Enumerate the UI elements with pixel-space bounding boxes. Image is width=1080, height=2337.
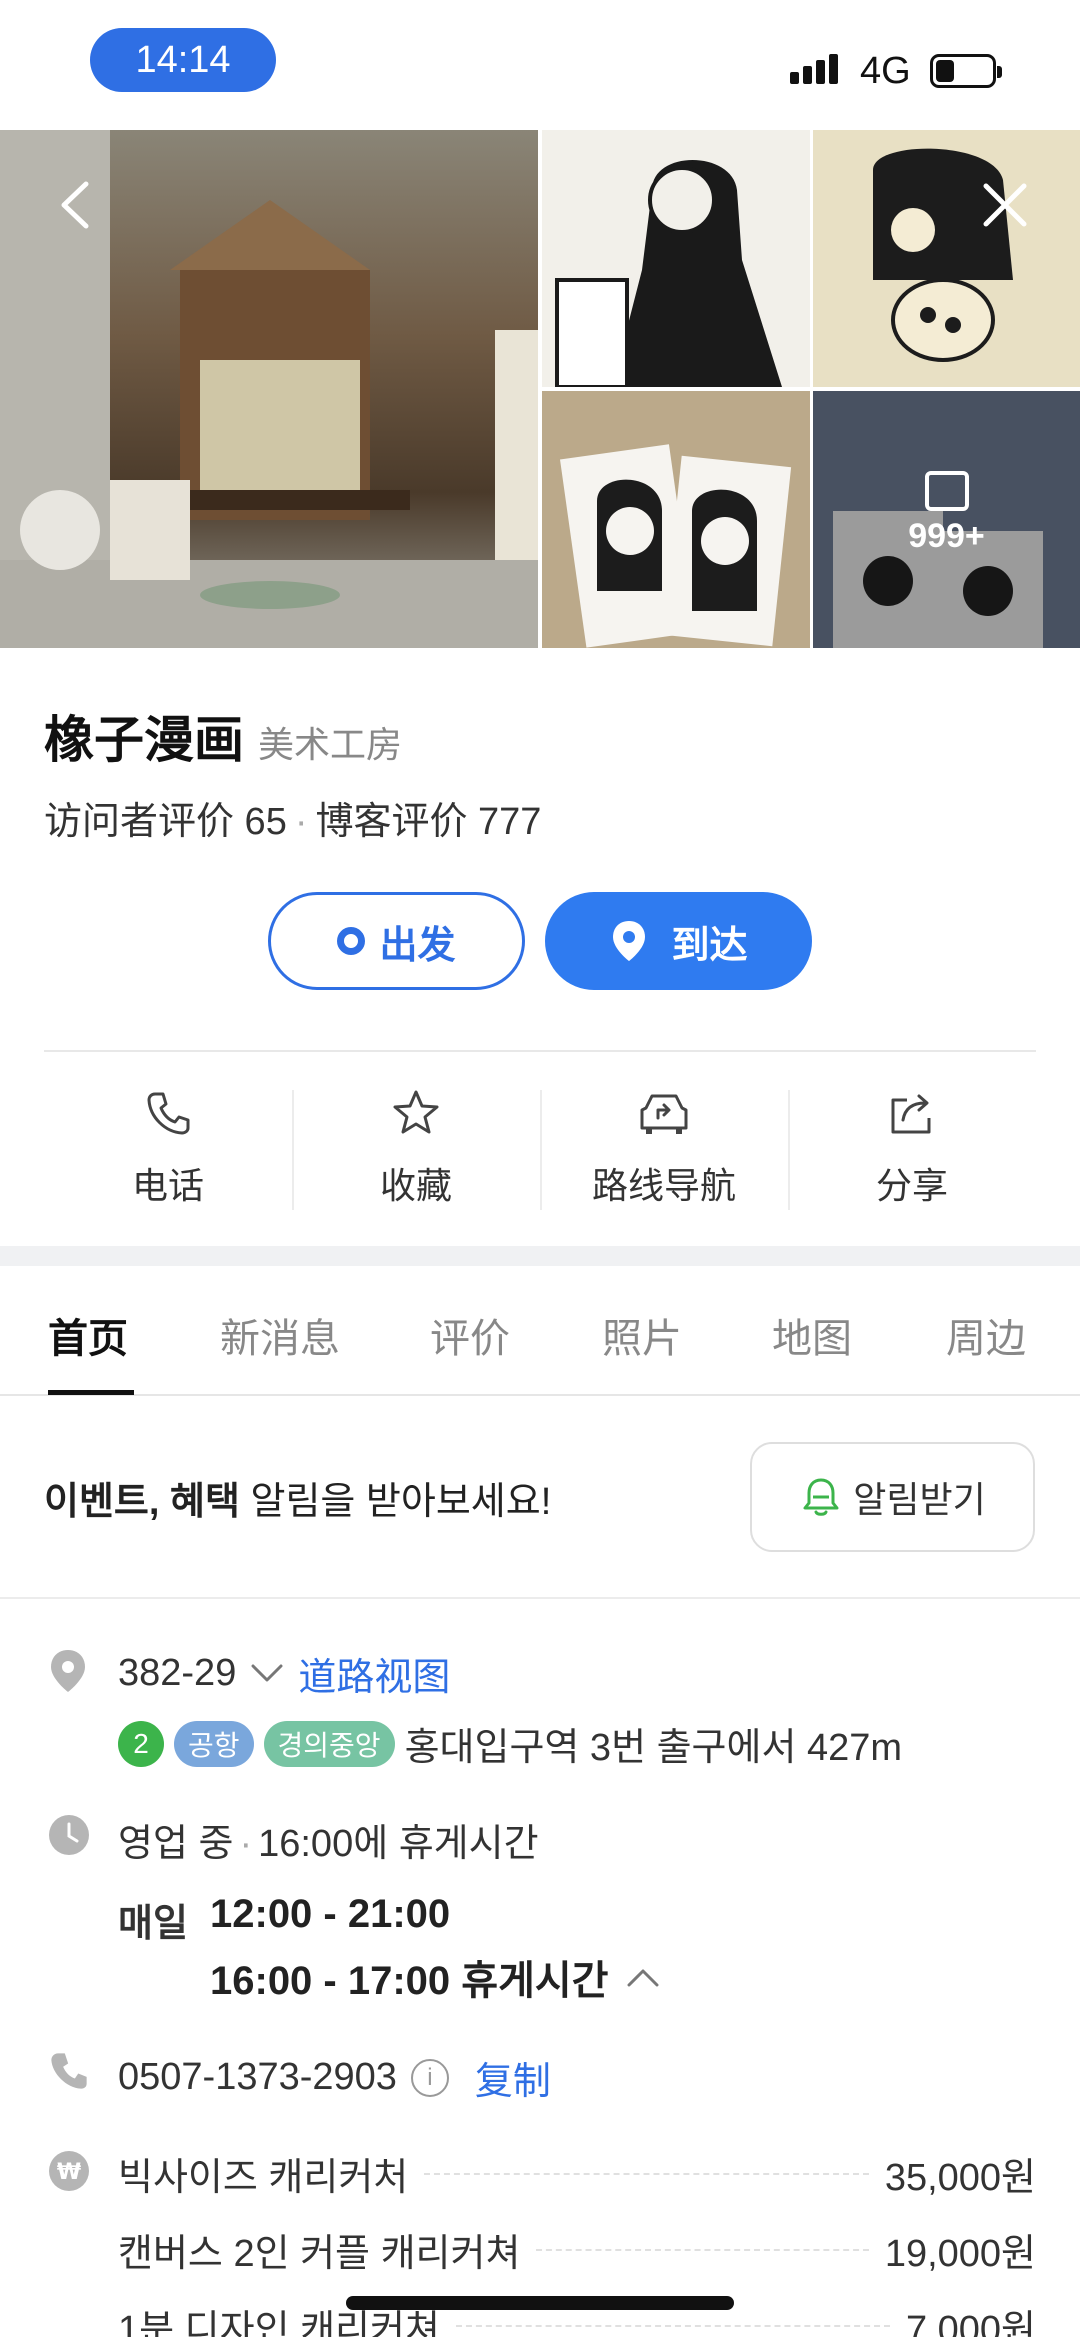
tab-bar: 首页 新消息 评价 照片 地图 周边 <box>0 1266 1080 1396</box>
review-summary: 访问者评价 65 · 博客评价 777 <box>44 801 542 843</box>
tab-reviews[interactable]: 评价 <box>430 1306 510 1364</box>
tab-news[interactable]: 新消息 <box>220 1306 340 1364</box>
location-icon <box>51 1650 85 1692</box>
chevron-down-icon[interactable] <box>250 1663 284 1685</box>
action-label: 路线导航 <box>591 1165 736 1206</box>
tab-photos[interactable]: 照片 <box>602 1306 682 1364</box>
tab-home[interactable]: 首页 <box>48 1306 128 1364</box>
photo-artwork-3[interactable] <box>542 391 810 648</box>
hours-main: 12:00 - 21:00 <box>210 1892 451 1936</box>
info-icon[interactable]: i <box>410 2058 449 2097</box>
hours-break-row: 16:00 - 17:00 휴게시간 <box>210 1948 660 2006</box>
visitor-reviews-link[interactable]: 访问者评价 65 <box>44 801 287 843</box>
price-icon: ₩ <box>49 2151 89 2191</box>
origin-icon <box>337 927 366 955</box>
tab-nearby[interactable]: 周边 <box>946 1306 1026 1364</box>
phone-row: 0507-1373-2903 i 复制 <box>118 2050 551 2105</box>
hours-break: 16:00 - 17:00 휴게시간 <box>210 1959 609 2003</box>
start-label: 出发 <box>379 924 456 967</box>
tab-map[interactable]: 地图 <box>772 1306 852 1364</box>
place-category: 美术工房 <box>258 724 403 765</box>
divider <box>44 1050 1036 1052</box>
event-prompt: 이벤트, 혜택 알림을 받아보세요! <box>44 1481 552 1523</box>
subway-info: 2 공항 경의중앙 홍대입구역 3번 출구에서 427m <box>118 1716 902 1771</box>
menu-item-name: 캔버스 2인 커플 캐리커쳐 <box>118 2233 521 2275</box>
menu-item: 캔버스 2인 커플 캐리커쳐 19,000원 <box>118 2222 1036 2277</box>
station-direction: 홍대입구역 3번 출구에서 427m <box>404 1727 903 1769</box>
status-time: 14:14 <box>90 28 276 92</box>
signal-icon <box>790 54 842 84</box>
clock-icon <box>49 1815 89 1855</box>
action-label: 收藏 <box>379 1165 452 1206</box>
menu-item-price: 19,000원 <box>884 2233 1036 2275</box>
action-call[interactable]: 电话 <box>44 1080 292 1220</box>
close-icon[interactable] <box>970 170 1040 240</box>
break-note: 16:00에 휴게시간 <box>258 1823 539 1865</box>
arrive-label: 到达 <box>671 924 748 967</box>
place-name: 橡子漫画 <box>44 712 244 768</box>
share-icon <box>891 1094 931 1134</box>
line-2-badge: 2 <box>118 1720 164 1767</box>
navigation-icon <box>640 1094 688 1134</box>
divider <box>0 1597 1080 1599</box>
svg-text:₩: ₩ <box>57 2160 81 2185</box>
photo-more[interactable]: 999+ <box>813 391 1080 648</box>
battery-icon <box>930 54 1002 88</box>
action-label: 分享 <box>875 1165 948 1206</box>
photo-gallery[interactable]: 999+ <box>0 130 1080 648</box>
phone-number[interactable]: 0507-1373-2903 <box>118 2056 397 2099</box>
tab-indicator <box>48 1390 134 1395</box>
phone-info-icon <box>51 2053 87 2089</box>
place-header: 橡子漫画 美术工房 <box>44 700 402 772</box>
home-indicator[interactable] <box>346 2296 734 2310</box>
back-icon[interactable] <box>42 170 112 240</box>
address-row: 382-29 道路视图 <box>118 1646 450 1701</box>
start-button[interactable]: 出发 <box>268 892 525 990</box>
pin-icon <box>613 921 646 961</box>
menu-item: 빅사이즈 캐리커처 35,000원 <box>118 2146 1036 2201</box>
action-navigation[interactable]: 路线导航 <box>540 1080 788 1220</box>
airport-line-badge: 공항 <box>174 1720 254 1767</box>
action-bar: 电话 收藏 路线导航 分享 <box>44 1080 1036 1220</box>
open-status: 영업 중 <box>118 1823 234 1865</box>
address-text[interactable]: 382-29 <box>118 1652 236 1695</box>
action-label: 电话 <box>131 1165 204 1206</box>
menu-item-name: 빅사이즈 캐리커처 <box>118 2157 409 2199</box>
section-separator <box>0 1246 1080 1266</box>
phone-icon <box>147 1092 190 1135</box>
blog-reviews-link[interactable]: 博客评价 777 <box>315 801 541 843</box>
menu-item-price: 35,000원 <box>884 2157 1036 2199</box>
arrive-button[interactable]: 到达 <box>545 892 812 990</box>
copy-link[interactable]: 复制 <box>475 2050 551 2105</box>
action-save[interactable]: 收藏 <box>292 1080 540 1220</box>
photo-artwork-2[interactable] <box>813 130 1080 387</box>
bell-icon <box>803 1478 839 1516</box>
street-view-link[interactable]: 道路视图 <box>298 1646 450 1701</box>
status-bar: 14:14 4G <box>0 0 1080 130</box>
gyeongui-line-badge: 경의중앙 <box>263 1720 395 1767</box>
network-type: 4G <box>860 50 911 92</box>
notify-button[interactable]: 알림받기 <box>750 1442 1035 1552</box>
chevron-up-icon[interactable] <box>626 1966 660 1988</box>
notify-label: 알림받기 <box>853 1479 986 1520</box>
menu-item-price: 7,000원 <box>905 2309 1036 2337</box>
photo-artwork-1[interactable] <box>542 130 810 387</box>
action-share[interactable]: 分享 <box>788 1080 1036 1220</box>
hours-day: 매일 <box>118 1903 188 1945</box>
photo-count: 999+ <box>908 517 985 555</box>
business-status: 영업 중 · 16:00에 휴게시간 <box>118 1823 539 1865</box>
star-icon <box>393 1090 439 1134</box>
image-icon <box>924 471 969 511</box>
